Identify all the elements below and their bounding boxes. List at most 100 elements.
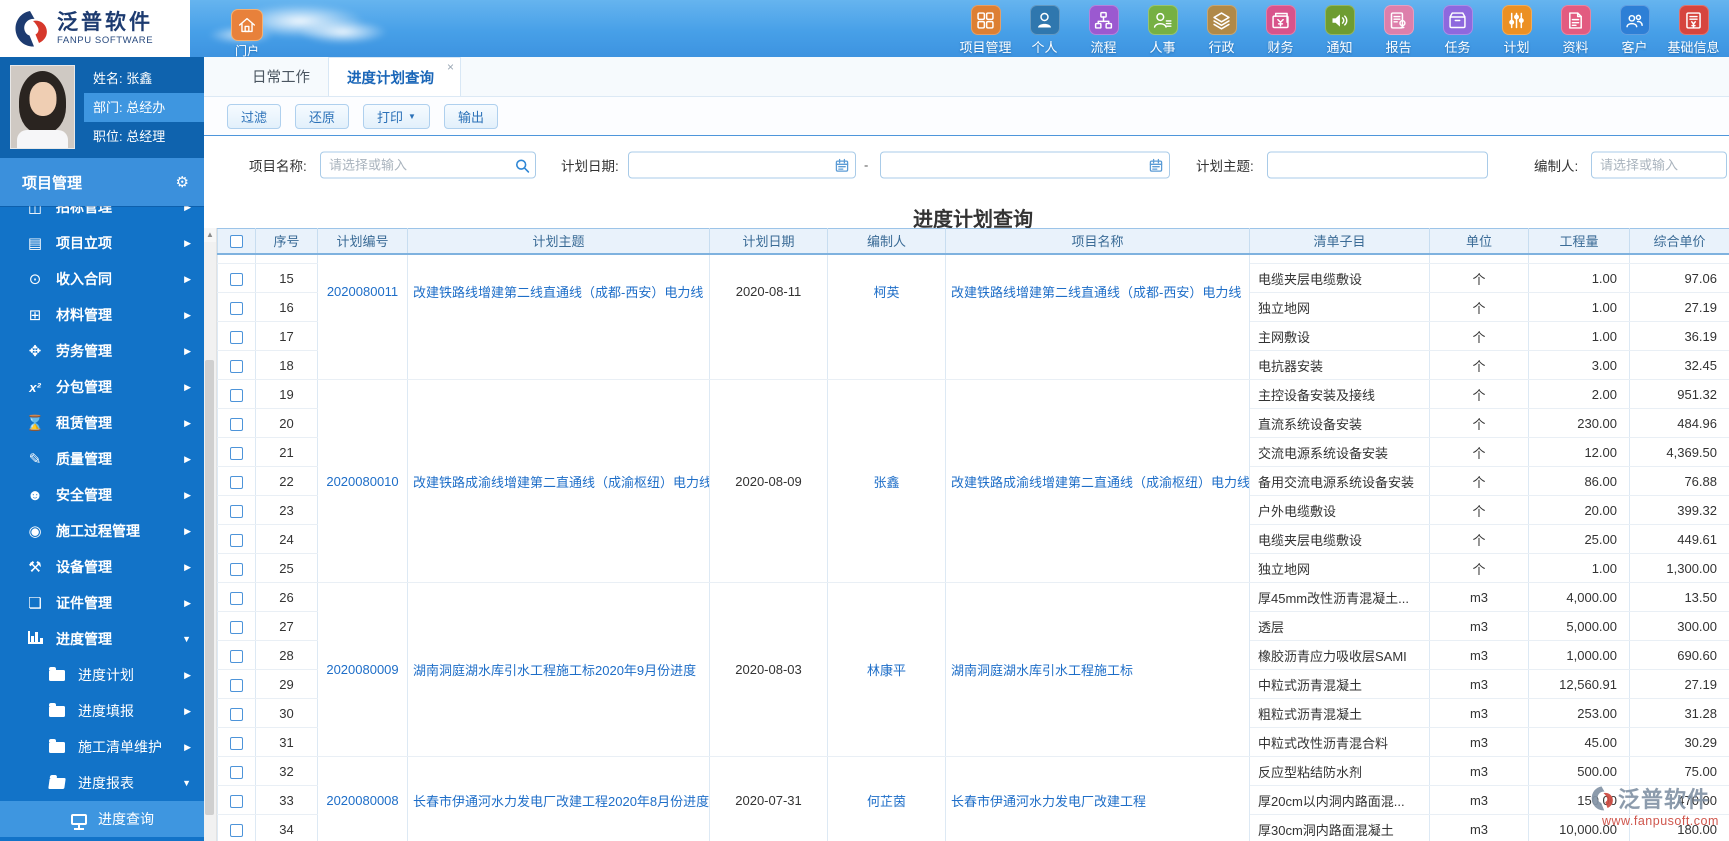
search-icon[interactable] xyxy=(514,157,530,173)
row-checkbox[interactable] xyxy=(230,475,243,489)
seq-cell: 30 xyxy=(255,698,318,728)
vertical-scrollbar[interactable]: ▲ xyxy=(204,228,217,841)
plan-no-link[interactable]: 2020080011 xyxy=(327,284,398,299)
project-name-link[interactable]: 改建铁路成渝线增建第二直通线（成渝枢纽）电力线 xyxy=(946,472,1249,491)
sidebar-item[interactable]: 进度管理 ▼ xyxy=(0,621,204,657)
portal-button[interactable]: 门户 xyxy=(226,9,268,59)
sidebar-item-label: 材料管理 xyxy=(56,307,112,323)
sidebar-item[interactable]: 进度计划 ▶ xyxy=(0,657,204,693)
sidebar-item[interactable]: ❏ 证件管理 ▶ xyxy=(0,585,204,621)
scrollbar-thumb[interactable] xyxy=(205,360,214,815)
module-item[interactable]: 基础信息 xyxy=(1664,5,1723,56)
plan-date-to-input[interactable] xyxy=(880,151,1170,179)
plan-subject-link[interactable]: 改建铁路成渝线增建第二直通线（成渝枢纽）电力线 xyxy=(408,472,709,491)
scroll-up-icon[interactable]: ▲ xyxy=(204,228,216,242)
select-all-checkbox[interactable] xyxy=(230,235,243,249)
module-item[interactable]: 流程 xyxy=(1074,5,1133,56)
row-checkbox[interactable] xyxy=(230,388,243,402)
sidebar-item[interactable]: ⌛ 租赁管理 ▶ xyxy=(0,405,204,441)
row-checkbox[interactable] xyxy=(230,765,243,779)
project-name-link[interactable]: 湖南洞庭湖水库引水工程施工标 xyxy=(946,660,1249,679)
row-checkbox[interactable] xyxy=(230,620,243,634)
row-checkbox[interactable] xyxy=(230,794,243,808)
gear-icon[interactable]: ⚙ xyxy=(176,173,189,191)
item-cell: 主网敷设 xyxy=(1249,321,1430,351)
row-checkbox[interactable] xyxy=(230,330,243,344)
sidebar-item[interactable]: ◉ 施工过程管理 ▶ xyxy=(0,513,204,549)
row-checkbox[interactable] xyxy=(230,678,243,692)
row-checkbox[interactable] xyxy=(230,591,243,605)
toolbar-button[interactable]: 打印 ▼ xyxy=(363,103,430,129)
project-name-link[interactable]: 长春市伊通河水力发电厂改建工程 xyxy=(946,791,1249,810)
sidebar-item[interactable]: 进度填报 ▶ xyxy=(0,693,204,729)
sidebar-header-project-management[interactable]: 项目管理 ⚙ xyxy=(0,158,204,206)
plan-subject-field xyxy=(1267,151,1488,179)
project-name-input[interactable] xyxy=(320,151,536,179)
calendar-icon[interactable] xyxy=(834,157,850,173)
module-item[interactable]: 计划 xyxy=(1487,5,1546,56)
sidebar-item[interactable]: x² 分包管理 ▶ xyxy=(0,369,204,405)
sidebar-item[interactable]: 施工清单维护 ▶ xyxy=(0,729,204,765)
row-checkbox[interactable] xyxy=(230,301,243,315)
user-department[interactable]: 部门: 总经办 xyxy=(84,93,204,122)
sidebar-item[interactable]: 进度查询 xyxy=(0,801,204,837)
row-checkbox[interactable] xyxy=(230,272,243,286)
module-item[interactable]: 项目管理 xyxy=(956,5,1015,56)
module-item[interactable]: 资料 xyxy=(1546,5,1605,56)
sidebar-item[interactable]: ✎ 质量管理 ▶ xyxy=(0,441,204,477)
seq-cell: 24 xyxy=(255,524,318,554)
module-item[interactable]: 报告 xyxy=(1369,5,1428,56)
row-checkbox[interactable] xyxy=(230,649,243,663)
module-item[interactable]: 客户 xyxy=(1605,5,1664,56)
module-item[interactable]: 任务 xyxy=(1428,5,1487,56)
row-checkbox[interactable] xyxy=(230,562,243,576)
tab-daily-work[interactable]: 日常工作 xyxy=(234,57,328,96)
module-item[interactable]: 财务 xyxy=(1251,5,1310,56)
plan-subject-input[interactable] xyxy=(1267,151,1488,179)
row-checkbox[interactable] xyxy=(230,359,243,373)
qty-cell: 1,000.00 xyxy=(1528,640,1630,670)
module-item[interactable]: 行政 xyxy=(1192,5,1251,56)
tab-progress-plan-query[interactable]: 进度计划查询 × xyxy=(328,57,461,96)
row-checkbox[interactable] xyxy=(230,736,243,750)
plan-no-link[interactable]: 2020080008 xyxy=(326,793,398,808)
sidebar-item[interactable]: ⊞ 材料管理 ▶ xyxy=(0,297,204,333)
toolbar-button[interactable]: 输出 xyxy=(443,103,498,129)
calendar-icon[interactable] xyxy=(1148,157,1164,173)
module-item[interactable]: 通知 xyxy=(1310,5,1369,56)
sidebar-menu: ◫ 招标管理 ▶ ▤ 项目立项 ▶ ⊙ 收入合同 ▶ ⊞ 材料管理 ▶ ✥ 劳务管理 ▶ x² 分包管理 ▶ ⌛ 租赁… xyxy=(0,189,204,837)
sidebar-item[interactable]: ✥ 劳务管理 ▶ xyxy=(0,333,204,369)
row-checkbox[interactable] xyxy=(230,823,243,837)
row-checkbox[interactable] xyxy=(230,417,243,431)
table-row-partial: 2020080011 改建铁路线增建第二线直通线（成都-西安）电力线 2020-08… xyxy=(217,253,1729,380)
sidebar-item[interactable]: ⚒ 设备管理 ▶ xyxy=(0,549,204,585)
plan-no-link[interactable]: 2020080010 xyxy=(326,474,398,489)
qty-cell: 86.00 xyxy=(1528,466,1630,496)
sidebar-item[interactable]: 进度报表 ▼ xyxy=(0,765,204,801)
row-checkbox[interactable] xyxy=(230,533,243,547)
seq-cell: 17 xyxy=(255,321,318,351)
sidebar-item[interactable]: ▤ 项目立项 ▶ xyxy=(0,225,204,261)
module-item[interactable]: 人事 xyxy=(1133,5,1192,56)
module-item[interactable]: 个人 xyxy=(1015,5,1074,56)
row-checkbox[interactable] xyxy=(230,707,243,721)
plan-no-link[interactable]: 2020080009 xyxy=(326,662,398,677)
toolbar-button[interactable]: 还原 xyxy=(295,103,350,129)
layers-icon xyxy=(1206,5,1237,35)
toolbar-button[interactable]: 过滤 xyxy=(227,103,282,129)
plan-subject-link[interactable]: 改建铁路线增建第二线直通线（成都-西安）电力线 xyxy=(408,282,709,301)
close-icon[interactable]: × xyxy=(447,60,454,74)
row-checkbox[interactable] xyxy=(230,446,243,460)
plan-date-from-input[interactable] xyxy=(628,151,856,179)
chevron-right-icon: ▶ xyxy=(184,741,191,752)
row-checkbox[interactable] xyxy=(230,504,243,518)
creator-input[interactable] xyxy=(1591,151,1727,179)
qty-cell: 12.00 xyxy=(1528,437,1630,467)
sidebar-item[interactable]: ☻ 安全管理 ▶ xyxy=(0,477,204,513)
table-row: 19 2020080010 改建铁路成渝线增建第二直通线（成渝枢纽）电力线 2020-… xyxy=(217,379,1729,583)
project-name-link[interactable]: 改建铁路线增建第二线直通线（成都-西安）电力线 xyxy=(946,282,1249,301)
plan-subject-link[interactable]: 湖南洞庭湖水库引水工程施工标2020年9月份进度 xyxy=(408,660,709,679)
plan-subject-link[interactable]: 长春市伊通河水力发电厂改建工程2020年8月份进度 xyxy=(408,791,709,810)
sidebar-item[interactable]: ⊙ 收入合同 ▶ xyxy=(0,261,204,297)
person-icon xyxy=(1029,5,1060,35)
